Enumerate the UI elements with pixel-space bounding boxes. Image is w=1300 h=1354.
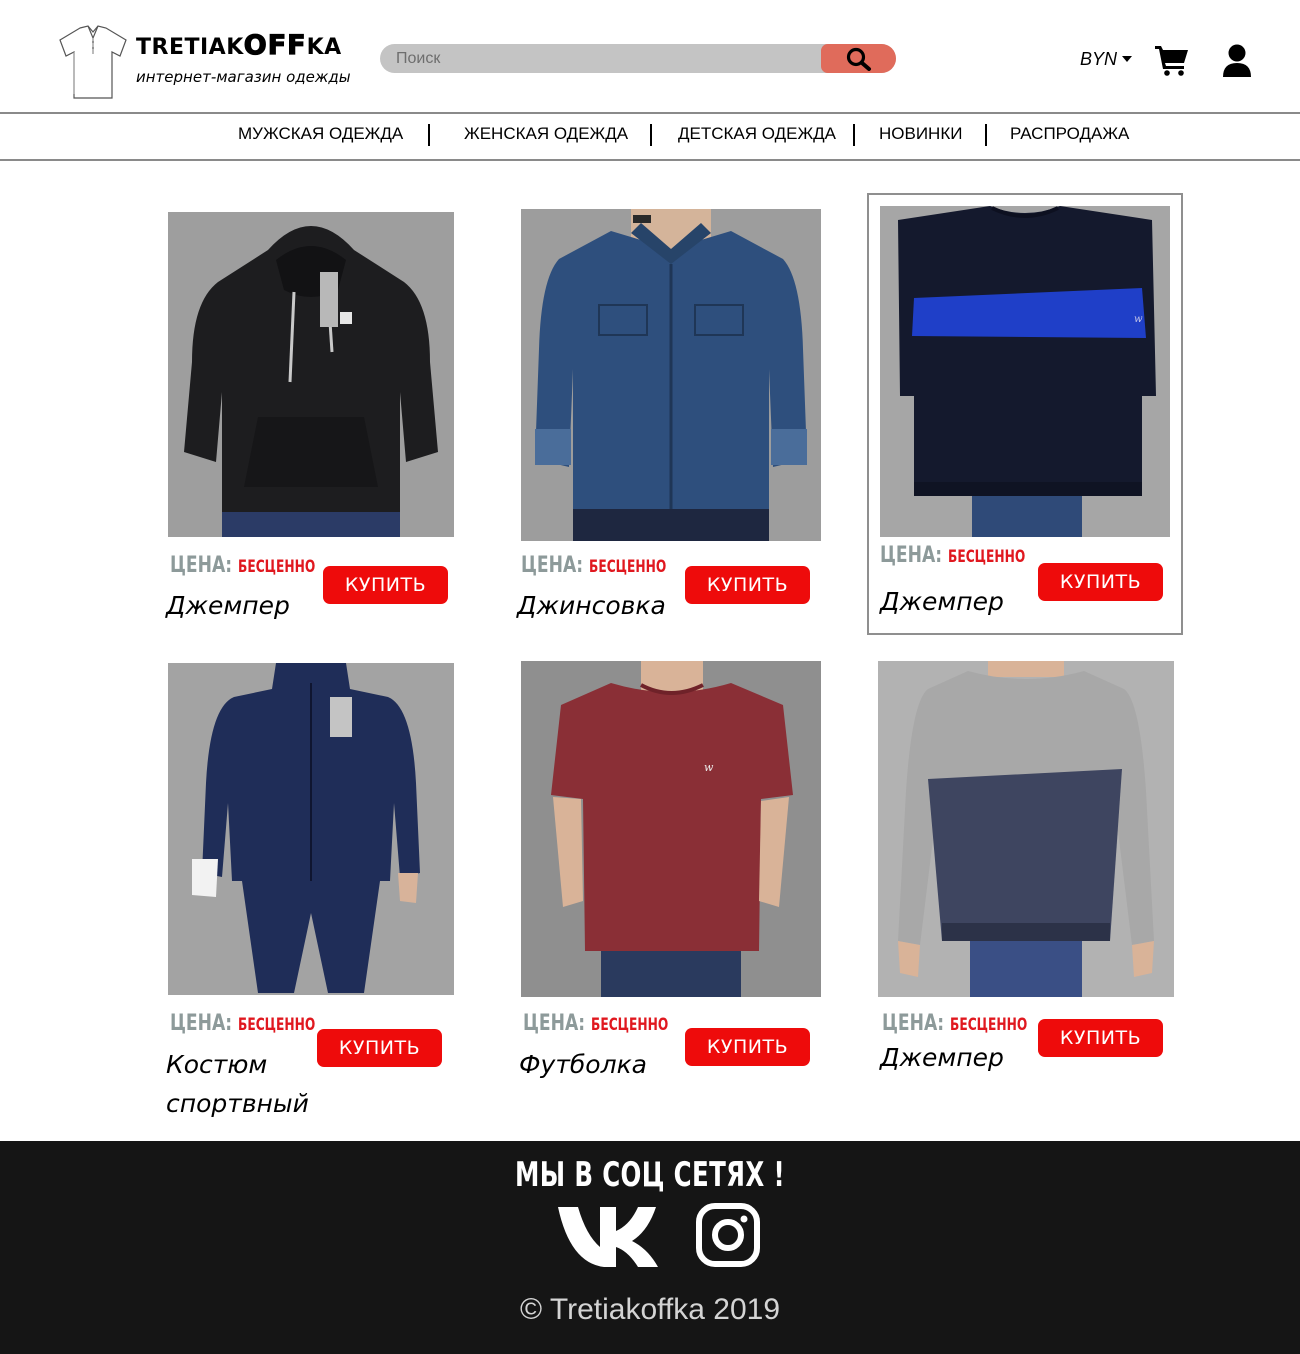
social-title: МЫ В СОЦ СЕТЯХ ! — [515, 1155, 785, 1195]
brand-name: TRETIAKOFFKA — [136, 29, 342, 61]
product-price: ЦЕНА: БЕСЦЕННО — [523, 1011, 698, 1036]
vk-icon — [558, 1207, 658, 1267]
nav-divider — [853, 124, 855, 146]
nav-item-new[interactable]: НОВИНКИ — [879, 124, 962, 144]
price-value: БЕСЦЕННО — [589, 557, 667, 577]
product-name[interactable]: Джинсовка — [517, 586, 666, 625]
price-value: БЕСЦЕННО — [238, 557, 316, 577]
product-name[interactable]: Джемпер — [880, 1038, 1004, 1077]
search-button[interactable] — [821, 44, 896, 73]
search-input[interactable] — [380, 44, 820, 73]
copyright: © Tretiakoffka 2019 — [519, 1293, 781, 1326]
price-label: ЦЕНА: — [170, 1011, 233, 1036]
nav-item-sale[interactable]: РАСПРОДАЖА — [1010, 124, 1129, 144]
product-price: ЦЕНА: БЕСЦЕННО — [170, 553, 345, 578]
nav-item-men[interactable]: МУЖСКАЯ ОДЕЖДА — [238, 124, 403, 144]
product-price: ЦЕНА: БЕСЦЕННО — [880, 543, 1055, 568]
price-value: БЕСЦЕННО — [948, 547, 1026, 567]
svg-text:w: w — [704, 761, 714, 774]
buy-button[interactable]: КУПИТЬ — [1038, 563, 1163, 601]
nav-item-kids[interactable]: ДЕТСКАЯ ОДЕЖДА — [678, 124, 836, 144]
instagram-icon — [696, 1203, 760, 1267]
cart-button[interactable] — [1155, 44, 1189, 81]
product-image[interactable] — [878, 661, 1174, 997]
product-price: ЦЕНА: БЕСЦЕННО — [882, 1011, 1057, 1036]
price-label: ЦЕНА: — [880, 543, 943, 568]
vk-link[interactable] — [556, 1203, 660, 1274]
site-header: TRETIAKOFFKA интернет-магазин одежды BYN — [0, 0, 1300, 114]
brand-name-part: KA — [306, 35, 342, 60]
product-name[interactable]: Джемпер — [166, 586, 290, 625]
currency-value: BYN — [1080, 49, 1118, 69]
logo[interactable]: TRETIAKOFFKA интернет-магазин одежды — [58, 20, 368, 102]
instagram-link[interactable] — [696, 1203, 760, 1272]
currency-selector[interactable]: BYN — [1080, 49, 1133, 70]
buy-button[interactable]: КУПИТЬ — [317, 1029, 442, 1067]
product-name-line: Костюм — [166, 1050, 268, 1079]
search-bar — [380, 44, 896, 73]
product-image[interactable] — [521, 209, 821, 541]
nav-item-women[interactable]: ЖЕНСКАЯ ОДЕЖДА — [464, 124, 628, 144]
nav-divider — [985, 124, 987, 146]
brand-name-part: TRETIAK — [136, 35, 244, 60]
price-label: ЦЕНА: — [521, 553, 584, 578]
shopping-cart-icon — [1155, 46, 1188, 76]
product-price: ЦЕНА: БЕСЦЕННО — [521, 553, 696, 578]
price-label: ЦЕНА: — [170, 553, 233, 578]
nav-divider — [428, 124, 430, 146]
product-name[interactable]: Костюм спортвный — [166, 1045, 309, 1123]
svg-text:w: w — [1134, 314, 1143, 325]
product-name[interactable]: Футболка — [519, 1045, 647, 1084]
caret-down-icon — [1122, 56, 1133, 62]
product-name[interactable]: Джемпер — [880, 582, 1004, 621]
user-icon — [1223, 44, 1251, 77]
price-label: ЦЕНА: — [523, 1011, 586, 1036]
category-nav: МУЖСКАЯ ОДЕЖДА ЖЕНСКАЯ ОДЕЖДА ДЕТСКАЯ ОД… — [0, 114, 1300, 161]
buy-button[interactable]: КУПИТЬ — [1038, 1019, 1163, 1057]
search-icon — [846, 47, 871, 71]
buy-button[interactable]: КУПИТЬ — [685, 566, 810, 604]
product-image[interactable]: w — [880, 206, 1170, 537]
price-value: БЕСЦЕННО — [238, 1015, 316, 1035]
product-image[interactable]: w — [521, 661, 821, 997]
buy-button[interactable]: КУПИТЬ — [323, 566, 448, 604]
shirt-icon — [59, 25, 127, 99]
account-button[interactable] — [1222, 44, 1252, 83]
buy-button[interactable]: КУПИТЬ — [685, 1028, 810, 1066]
site-footer: МЫ В СОЦ СЕТЯХ ! © Tretiakoffka 2019 — [0, 1141, 1300, 1354]
brand-name-accent: OFF — [243, 29, 307, 61]
product-image[interactable] — [168, 212, 454, 537]
tagline: интернет-магазин одежды — [136, 68, 351, 86]
nav-divider — [650, 124, 652, 146]
price-label: ЦЕНА: — [882, 1011, 945, 1036]
product-image[interactable] — [168, 663, 454, 995]
price-value: БЕСЦЕННО — [950, 1015, 1028, 1035]
price-value: БЕСЦЕННО — [591, 1015, 669, 1035]
product-name-line: спортвный — [166, 1089, 309, 1118]
